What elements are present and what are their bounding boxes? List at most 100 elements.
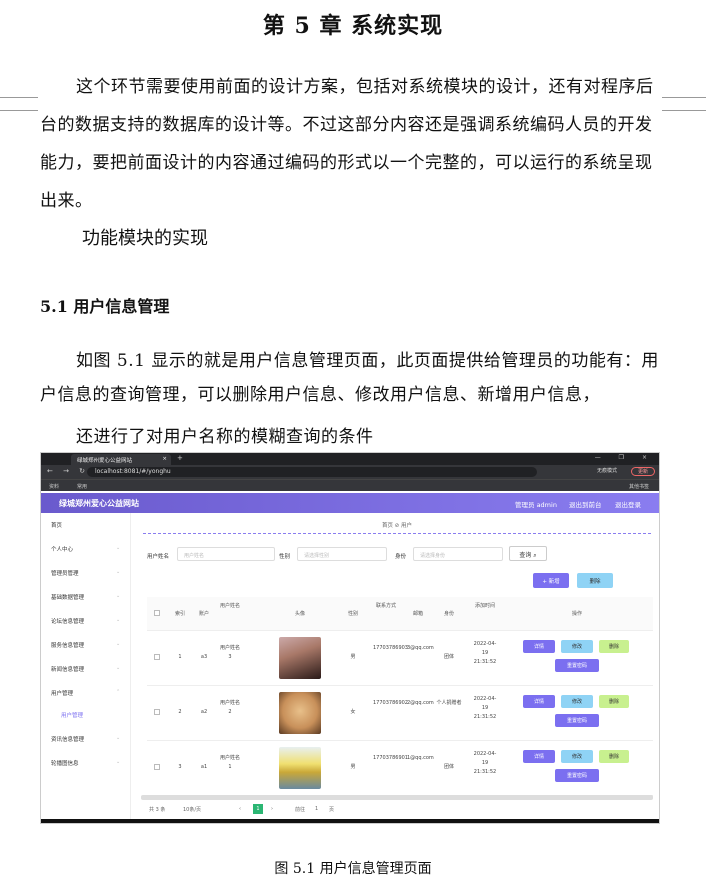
gender-select[interactable]: 请选择性别 — [297, 547, 387, 561]
delete-button[interactable]: 删除 — [599, 695, 629, 708]
paragraph-1: 这个环节需要使用前面的设计方案，包括对系统模块的设计，还有对程序后台的数据支持的… — [40, 77, 654, 211]
search-button[interactable]: 查询 ⌕ — [509, 546, 547, 561]
sidebar-item-carousel[interactable]: 轮播图信息 — [51, 759, 79, 767]
cell-phone: 17703786902 — [373, 700, 408, 706]
cell-identity: 团体 — [443, 764, 454, 770]
cell-gender: 男 — [350, 654, 356, 660]
cell-time: 2022-04-19 21:31:52 — [473, 641, 497, 665]
paragraph-3: 还进行了对用户名称的模糊查询的条件 — [76, 427, 374, 447]
chevron-icon: ⌄ — [116, 759, 121, 765]
bulk-delete-button[interactable]: 删除 — [577, 573, 613, 588]
delete-button[interactable]: 删除 — [599, 750, 629, 763]
cell-index: 2 — [178, 709, 182, 715]
logout-link[interactable]: 退出登录 — [615, 499, 641, 509]
header-checkbox[interactable] — [154, 610, 160, 616]
header-name: 用户姓名 — [219, 603, 240, 609]
horizontal-scrollbar[interactable] — [141, 795, 653, 800]
url-bar[interactable]: localhost:8081/#/yonghu — [87, 467, 537, 477]
browser-addressbar: ← → ↻ localhost:8081/#/yonghu 无痕模式 更新 — [41, 465, 659, 479]
detail-button[interactable]: 详情 — [523, 695, 555, 708]
cell-time: 2022-04-19 21:31:52 — [473, 696, 497, 720]
back-to-front-link[interactable]: 退出到前台 — [569, 499, 602, 509]
search-name-input[interactable]: 用户姓名 — [177, 547, 275, 561]
reset-password-button[interactable]: 重置密码 — [555, 714, 599, 727]
reset-password-button[interactable]: 重置密码 — [555, 769, 599, 782]
delete-button[interactable]: 删除 — [599, 640, 629, 653]
admin-label: 管理员 admin — [515, 501, 557, 509]
sidebar-item-profile[interactable]: 个人中心 — [51, 545, 73, 553]
breadcrumb[interactable]: 首页 ⊘ 用户 — [133, 521, 659, 529]
cell-email: 2@qq.com — [407, 700, 434, 706]
incognito-label: 无痕模式 — [597, 468, 618, 474]
search-label: 查询 — [519, 552, 532, 559]
header-phone: 联系方式 — [375, 603, 396, 609]
sidebar-item-forum[interactable]: 论坛信息管理 — [51, 617, 84, 625]
bookmark-item[interactable]: 资料 — [49, 483, 59, 490]
new-tab-icon[interactable]: + — [177, 454, 183, 462]
row-checkbox[interactable] — [154, 764, 160, 770]
cell-account: a2 — [200, 709, 208, 715]
reset-password-button[interactable]: 重置密码 — [555, 659, 599, 672]
page-size-select[interactable]: 10条/页 — [183, 806, 201, 813]
header-gender: 性别 — [347, 611, 358, 617]
cell-time: 2022-04-19 21:31:52 — [473, 751, 497, 775]
row-checkbox[interactable] — [154, 709, 160, 715]
bookmarks-bar: 资料 常用 其他书签 — [41, 479, 659, 491]
close-icon[interactable]: × — [162, 456, 167, 462]
chevron-icon: ⌄ — [116, 545, 121, 551]
avatar — [279, 747, 321, 789]
current-page[interactable]: 1 — [253, 804, 263, 814]
chevron-icon: ⌄ — [116, 735, 121, 741]
update-button[interactable]: 更新 — [631, 467, 655, 476]
margin-mark-left — [0, 97, 38, 111]
cell-account: a3 — [200, 654, 208, 660]
figure-caption: 图 5.1 用户信息管理页面 — [274, 861, 432, 877]
next-page-icon[interactable]: › — [271, 806, 273, 812]
sidebar-item-basic-data[interactable]: 基础数据管理 — [51, 593, 84, 601]
filter-name-label: 用户姓名 — [147, 554, 170, 560]
cell-name: 用户姓名3 — [219, 645, 240, 660]
bookmark-item[interactable]: 常用 — [77, 483, 87, 490]
nav-buttons[interactable]: ← → ↻ — [47, 467, 89, 475]
tab-title: 绿城郑州爱心公益网站 — [77, 458, 133, 464]
browser-titlebar: 绿城郑州爱心公益网站 × + — ❐ × — [41, 453, 659, 465]
sidebar-item-users[interactable]: 用户管理 — [51, 689, 73, 697]
identity-select[interactable]: 请选择身份 — [413, 547, 503, 561]
header-identity: 身份 — [443, 611, 454, 617]
detail-button[interactable]: 详情 — [523, 750, 555, 763]
add-button[interactable]: + 新增 — [533, 573, 569, 588]
window-controls[interactable]: — ❐ × — [595, 454, 655, 461]
sidebar-item-admins[interactable]: 管理员管理 — [51, 569, 79, 577]
sidebar-item-info[interactable]: 资讯信息管理 — [51, 735, 84, 743]
edit-button[interactable]: 修改 — [561, 750, 593, 763]
bookmark-other[interactable]: 其他书签 — [629, 483, 649, 490]
goto-input[interactable]: 1 — [315, 806, 318, 812]
edit-button[interactable]: 修改 — [561, 640, 593, 653]
row-checkbox[interactable] — [154, 654, 160, 660]
cell-gender: 女 — [350, 709, 356, 715]
cell-phone: 17703786901 — [373, 755, 408, 761]
cell-account: a1 — [200, 764, 208, 770]
header-email: 邮箱 — [412, 611, 423, 617]
detail-button[interactable]: 详情 — [523, 640, 555, 653]
filter-gender-label: 性别 — [279, 554, 291, 560]
filter-identity-label: 身份 — [395, 554, 407, 560]
prev-page-icon[interactable]: ‹ — [239, 806, 241, 812]
sidebar-item-news[interactable]: 新闻信息管理 — [51, 665, 84, 673]
pager-total: 共 3 条 — [149, 807, 166, 813]
sidebar-item-home[interactable]: 首页 — [51, 521, 62, 529]
table-row: 1 a3 用户姓名3 男 17703786903 3@qq.com 团体 202… — [147, 631, 653, 686]
cell-email: 3@qq.com — [407, 645, 434, 651]
subheading: 功能模块的实现 — [82, 228, 208, 249]
cell-email: 1@qq.com — [407, 755, 434, 761]
table-row: 3 a1 用户姓名1 男 17703786901 1@qq.com 团体 202… — [147, 741, 653, 796]
sidebar-item-service[interactable]: 服务信息管理 — [51, 641, 84, 649]
sidebar-subitem-users[interactable]: 用户管理 — [61, 711, 83, 719]
chevron-icon: ⌄ — [116, 593, 121, 599]
chevron-icon: ⌄ — [116, 617, 121, 623]
table-row: 2 a2 用户姓名2 女 17703786902 2@qq.com 个人捐赠者 … — [147, 686, 653, 741]
edit-button[interactable]: 修改 — [561, 695, 593, 708]
avatar — [279, 637, 321, 679]
cell-name: 用户姓名2 — [219, 700, 240, 715]
browser-tab[interactable]: 绿城郑州爱心公益网站 × — [71, 454, 171, 465]
